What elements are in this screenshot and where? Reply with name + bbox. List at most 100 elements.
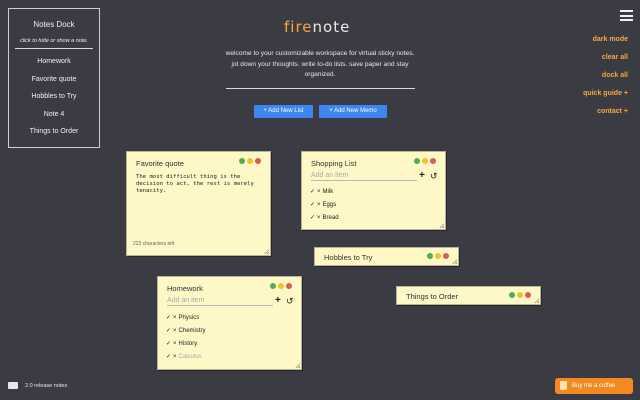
divider bbox=[15, 48, 93, 49]
add-item-icon[interactable]: + bbox=[275, 296, 281, 306]
note-title: Shopping List bbox=[311, 159, 357, 168]
delete-icon[interactable]: × bbox=[173, 341, 177, 347]
red-dot-icon[interactable] bbox=[286, 283, 292, 289]
list-item: ✓ × Eggs bbox=[310, 199, 339, 212]
check-icon[interactable]: ✓ bbox=[166, 328, 171, 334]
color-dots bbox=[414, 158, 436, 164]
dock-item-favorite-quote[interactable]: Favorite quote bbox=[13, 71, 95, 89]
note-things-to-order[interactable]: Things to Order bbox=[396, 286, 541, 305]
check-icon[interactable]: ✓ bbox=[166, 341, 171, 347]
hamburger-menu-icon[interactable] bbox=[620, 10, 633, 21]
item-text: History bbox=[178, 341, 198, 347]
intro-text: welcome to your customizable workspace f… bbox=[225, 50, 415, 78]
release-notes-link[interactable]: 2.0 release notes bbox=[8, 382, 67, 389]
dock-item-note-4[interactable]: Note 4 bbox=[13, 106, 95, 124]
yellow-dot-icon[interactable] bbox=[278, 283, 284, 289]
note-title: Things to Order bbox=[406, 292, 459, 301]
delete-icon[interactable]: × bbox=[173, 328, 177, 334]
quick-guide-link[interactable]: quick guide + bbox=[583, 90, 628, 97]
check-icon[interactable]: ✓ bbox=[310, 215, 315, 221]
logo-note: note bbox=[312, 18, 351, 36]
note-title: Hobbles to Try bbox=[324, 253, 373, 262]
list-item: ✓ × Chemistry bbox=[166, 325, 206, 338]
divider bbox=[226, 88, 415, 89]
resize-handle-icon[interactable] bbox=[533, 297, 539, 303]
yellow-dot-icon[interactable] bbox=[422, 158, 428, 164]
resize-handle-icon[interactable] bbox=[263, 248, 269, 254]
red-dot-icon[interactable] bbox=[255, 158, 261, 164]
dock-item-hobbles-to-try[interactable]: Hobbles to Try bbox=[13, 88, 95, 106]
resize-handle-icon[interactable] bbox=[451, 258, 457, 264]
color-dots bbox=[427, 253, 449, 259]
undo-icon[interactable]: ↺ bbox=[286, 296, 294, 306]
list-item-completed: ✓ × Calculus bbox=[166, 351, 206, 364]
yellow-dot-icon[interactable] bbox=[247, 158, 253, 164]
red-dot-icon[interactable] bbox=[430, 158, 436, 164]
add-new-memo-button[interactable]: + Add New Memo bbox=[319, 105, 387, 118]
resize-handle-icon[interactable] bbox=[294, 362, 300, 368]
color-dots bbox=[270, 283, 292, 289]
resize-handle-icon[interactable] bbox=[438, 222, 444, 228]
clear-all-link[interactable]: clear all bbox=[602, 54, 628, 61]
message-icon bbox=[8, 382, 18, 389]
green-dot-icon[interactable] bbox=[509, 292, 515, 298]
add-item-input[interactable]: Add an item bbox=[311, 171, 417, 181]
dock-subtitle: click to hide or show a note. bbox=[20, 38, 88, 44]
dock-item-homework[interactable]: Homework bbox=[13, 53, 95, 71]
item-list: ✓ × Milk ✓ × Eggs ✓ × Bread bbox=[310, 186, 339, 225]
delete-icon[interactable]: × bbox=[317, 215, 321, 221]
coffee-cup-icon bbox=[560, 381, 567, 390]
check-icon[interactable]: ✓ bbox=[166, 315, 171, 321]
item-text: Physics bbox=[178, 315, 200, 321]
list-item: ✓ × Milk bbox=[310, 186, 339, 199]
item-list: ✓ × Physics ✓ × Chemistry ✓ × History ✓ × Calcul… bbox=[166, 312, 206, 364]
delete-icon[interactable]: × bbox=[173, 354, 177, 360]
add-item-icon[interactable]: + bbox=[419, 171, 425, 181]
item-text: Chemistry bbox=[178, 328, 206, 334]
contact-link[interactable]: contact + bbox=[597, 108, 628, 115]
green-dot-icon[interactable] bbox=[270, 283, 276, 289]
dark-mode-link[interactable]: dark mode bbox=[593, 36, 628, 43]
character-count: 223 characters left bbox=[133, 241, 175, 247]
green-dot-icon[interactable] bbox=[414, 158, 420, 164]
release-notes-label: 2.0 release notes bbox=[25, 382, 68, 389]
red-dot-icon[interactable] bbox=[443, 253, 449, 259]
item-text: Calculus bbox=[178, 354, 202, 360]
delete-icon[interactable]: × bbox=[317, 189, 321, 195]
undo-icon[interactable]: ↺ bbox=[430, 171, 438, 181]
app-logo: firenote bbox=[284, 18, 350, 36]
coffee-label: Buy me a coffee bbox=[572, 383, 616, 389]
list-item: ✓ × Physics bbox=[166, 312, 206, 325]
note-title: Homework bbox=[167, 284, 203, 293]
delete-icon[interactable]: × bbox=[173, 315, 177, 321]
memo-note-favorite-quote[interactable]: Favorite quote The most difficult thing … bbox=[126, 151, 271, 256]
dock-item-things-to-order[interactable]: Things to Order bbox=[13, 123, 95, 141]
buy-me-a-coffee-button[interactable]: Buy me a coffee bbox=[555, 378, 633, 394]
item-text: Eggs bbox=[322, 202, 337, 208]
item-text: Bread bbox=[322, 215, 339, 221]
color-dots bbox=[509, 292, 531, 298]
list-item: ✓ × History bbox=[166, 338, 206, 351]
delete-icon[interactable]: × bbox=[317, 202, 321, 208]
check-icon[interactable]: ✓ bbox=[166, 354, 171, 360]
memo-text-area[interactable]: The most difficult thing is the decision… bbox=[136, 174, 264, 195]
yellow-dot-icon[interactable] bbox=[517, 292, 523, 298]
notes-dock: Notes Dock click to hide or show a note.… bbox=[8, 8, 100, 148]
add-item-input[interactable]: Add an item bbox=[167, 296, 273, 306]
note-title: Favorite quote bbox=[136, 159, 184, 168]
green-dot-icon[interactable] bbox=[427, 253, 433, 259]
red-dot-icon[interactable] bbox=[525, 292, 531, 298]
note-hobbles-to-try[interactable]: Hobbles to Try bbox=[314, 247, 459, 266]
green-dot-icon[interactable] bbox=[239, 158, 245, 164]
check-icon[interactable]: ✓ bbox=[310, 202, 315, 208]
list-note-shopping[interactable]: Shopping List Add an item + ↺ ✓ × Milk ✓ × E… bbox=[301, 151, 446, 230]
item-text: Milk bbox=[322, 189, 334, 195]
list-item: ✓ × Bread bbox=[310, 212, 339, 225]
check-icon[interactable]: ✓ bbox=[310, 189, 315, 195]
add-new-list-button[interactable]: + Add New List bbox=[254, 105, 313, 118]
list-note-homework[interactable]: Homework Add an item + ↺ ✓ × Physics ✓ × Che… bbox=[157, 276, 302, 370]
color-dots bbox=[239, 158, 261, 164]
dock-all-link[interactable]: dock all bbox=[602, 72, 628, 79]
yellow-dot-icon[interactable] bbox=[435, 253, 441, 259]
logo-fire: fire bbox=[284, 18, 313, 36]
